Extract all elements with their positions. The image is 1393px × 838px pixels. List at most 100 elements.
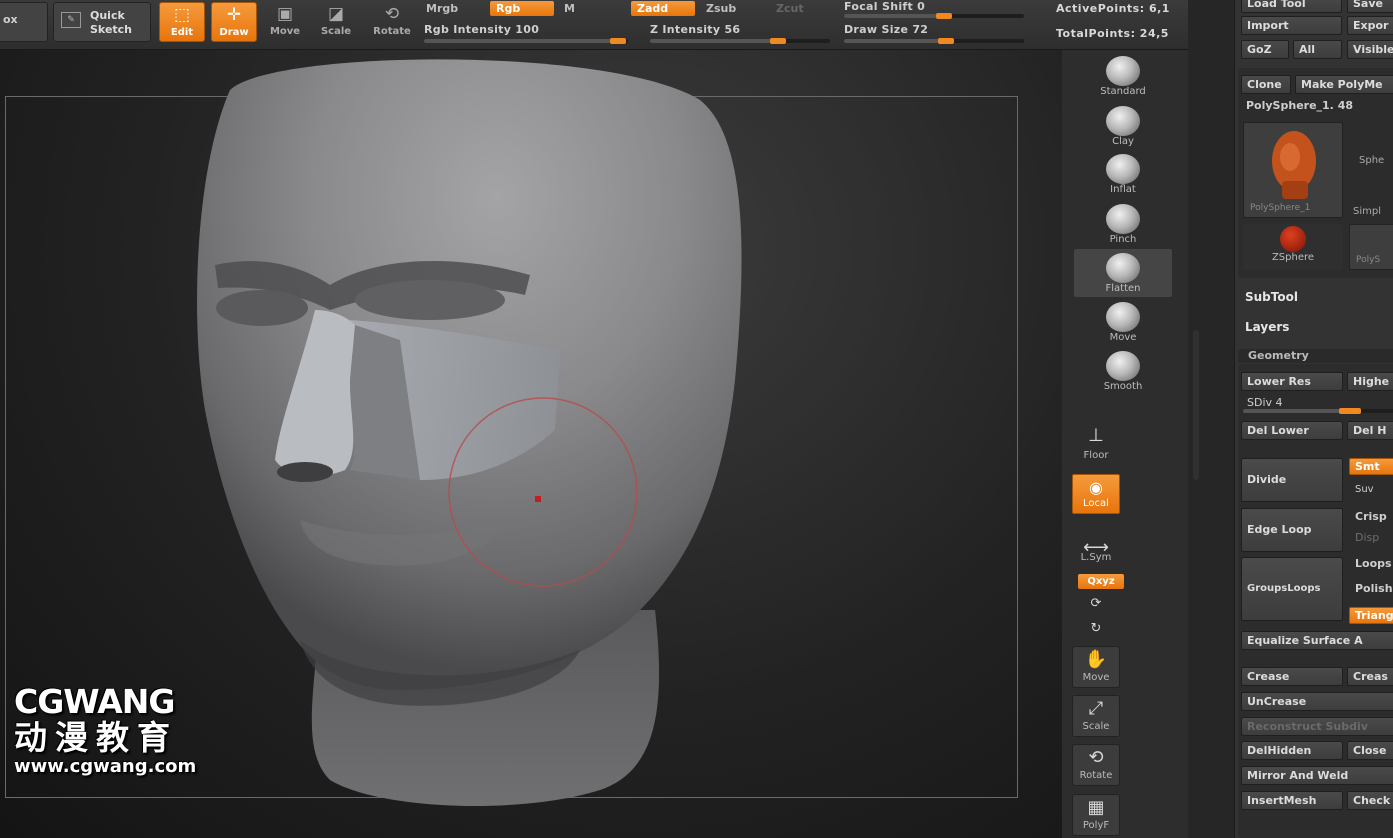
zsphere-tool[interactable]: ZSphere — [1243, 224, 1343, 270]
goz-all-button[interactable]: All — [1293, 40, 1342, 59]
equalize-surface-button[interactable]: Equalize Surface A — [1241, 631, 1393, 650]
simple-tool-label[interactable]: Simpl — [1353, 206, 1381, 217]
local-button[interactable]: ◉ Local — [1072, 474, 1120, 514]
brush-flatten-label: Flatten — [1105, 283, 1141, 294]
brush-inflat[interactable]: Inflat — [1074, 150, 1172, 198]
move-view-button[interactable]: ✋ Move — [1072, 646, 1120, 688]
crisp-toggle[interactable]: Crisp — [1351, 510, 1393, 525]
rgb-intensity-slider[interactable] — [424, 38, 628, 44]
polys-tool[interactable]: PolyS — [1349, 224, 1393, 270]
brush-clay[interactable]: Clay — [1074, 102, 1172, 150]
polish-slider[interactable]: Polish — [1351, 582, 1393, 597]
higher-res-button[interactable]: Highe — [1347, 372, 1393, 391]
m-toggle[interactable]: M — [558, 1, 588, 16]
reconstruct-subdiv-button[interactable]: Reconstruct Subdiv — [1241, 717, 1393, 736]
smt-toggle[interactable]: Smt — [1349, 458, 1393, 475]
edge-loop-button[interactable]: Edge Loop — [1241, 508, 1343, 552]
loops-slider[interactable]: Loops — [1351, 557, 1393, 572]
zadd-toggle[interactable]: Zadd — [631, 1, 695, 16]
brush-move[interactable]: Move — [1074, 298, 1172, 346]
grouploops-button[interactable]: GroupsLoops — [1241, 557, 1343, 621]
sdiv-slider[interactable] — [1243, 408, 1393, 414]
goz-button[interactable]: GoZ — [1241, 40, 1289, 59]
floor-icon: ⊥ — [1088, 425, 1104, 446]
quick-sketch-label-1: Quick — [90, 9, 125, 22]
del-higher-button[interactable]: Del H — [1347, 421, 1393, 440]
lsym-label: L.Sym — [1080, 552, 1112, 563]
brush-clay-icon — [1106, 106, 1140, 136]
brush-flatten[interactable]: Flatten — [1074, 249, 1172, 297]
close-holes-button[interactable]: Close — [1347, 741, 1393, 760]
del-hidden-button[interactable]: DelHidden — [1241, 741, 1343, 760]
make-polymesh-button[interactable]: Make PolyMe — [1295, 75, 1393, 94]
focal-shift-knob[interactable] — [936, 13, 952, 19]
brush-inflat-label: Inflat — [1110, 184, 1136, 195]
zcut-toggle[interactable]: Zcut — [770, 1, 820, 16]
insert-mesh-button[interactable]: InsertMesh — [1241, 791, 1343, 810]
rgb-toggle[interactable]: Rgb — [490, 1, 554, 16]
sphere-tool-label[interactable]: Sphe — [1359, 155, 1384, 166]
edge-button[interactable]: ox — [0, 2, 48, 42]
polyf-button[interactable]: ▦ PolyF — [1072, 794, 1120, 836]
zsub-toggle[interactable]: Zsub — [700, 1, 764, 16]
edit-icon: ⬚ — [173, 5, 191, 25]
draw-button[interactable]: ✛ Draw — [211, 2, 257, 42]
disp-toggle[interactable]: Disp — [1351, 531, 1393, 546]
focal-shift-label: Focal Shift 0 — [844, 0, 926, 13]
del-lower-button[interactable]: Del Lower — [1241, 421, 1343, 440]
rotate-view-button[interactable]: ⟲ Rotate — [1072, 744, 1120, 786]
z-intensity-label: Z Intensity 56 — [650, 23, 741, 36]
check-mesh-button[interactable]: Check — [1347, 791, 1393, 810]
crease-button[interactable]: Crease — [1241, 667, 1343, 686]
floor-button[interactable]: ⊥ Floor — [1072, 422, 1120, 461]
sketch-icon: ✎ — [61, 12, 81, 28]
load-tool-button[interactable]: Load Tool — [1241, 0, 1342, 13]
rotate-z-icon-button[interactable]: ↻ — [1072, 615, 1120, 643]
suv-toggle[interactable]: Suv — [1351, 484, 1393, 499]
lsym-button[interactable]: ⟷ L.Sym — [1072, 534, 1120, 563]
import-button[interactable]: Import — [1241, 16, 1342, 35]
triangles-toggle[interactable]: Triang — [1349, 607, 1393, 624]
crease-level-slider[interactable]: Creas — [1347, 667, 1393, 686]
rotate-y-icon-button[interactable]: ⟳ — [1072, 590, 1120, 618]
scale-view-button[interactable]: ⤢ Scale — [1072, 695, 1120, 737]
edit-button[interactable]: ⬚ Edit — [159, 2, 205, 42]
scroll-grip[interactable] — [1193, 330, 1199, 480]
mrgb-toggle[interactable]: Mrgb — [420, 1, 480, 16]
divide-button[interactable]: Divide — [1241, 458, 1343, 502]
z-intensity-knob[interactable] — [770, 38, 786, 44]
export-button[interactable]: Expor — [1347, 16, 1393, 35]
rotate-z-icon: ↻ — [1090, 621, 1102, 636]
z-intensity-slider[interactable] — [650, 38, 830, 44]
geometry-header[interactable]: Geometry — [1238, 349, 1393, 363]
move-button[interactable]: ▣ Move — [265, 2, 305, 42]
watermark-logo: CGWANG 动漫教育 www.cgwang.com — [14, 684, 229, 778]
uncrease-button[interactable]: UnCrease — [1241, 692, 1393, 711]
rotate-y-icon: ⟳ — [1090, 596, 1102, 611]
scale-button[interactable]: ◪ Scale — [316, 2, 356, 42]
visible-button[interactable]: Visible — [1347, 40, 1393, 59]
current-tool-thumbnail[interactable]: PolySphere_1 — [1243, 122, 1343, 218]
brush-smooth[interactable]: Smooth — [1074, 347, 1172, 395]
lower-res-button[interactable]: Lower Res — [1241, 372, 1343, 391]
xyz-button[interactable]: Qxyz — [1078, 574, 1124, 589]
draw-size-knob[interactable] — [938, 38, 954, 44]
rotate-button[interactable]: ⟲ Rotate — [369, 2, 415, 42]
polyf-label: PolyF — [1082, 820, 1110, 831]
draw-icon: ✛ — [226, 5, 242, 25]
clone-button[interactable]: Clone — [1241, 75, 1291, 94]
mirror-and-weld-button[interactable]: Mirror And Weld — [1241, 766, 1393, 785]
subtool-header[interactable]: SubTool — [1245, 290, 1298, 304]
draw-size-slider[interactable] — [844, 38, 1024, 44]
save-as-button[interactable]: Save — [1347, 0, 1393, 13]
brush-pinch-label: Pinch — [1109, 234, 1137, 245]
sdiv-knob[interactable] — [1339, 408, 1361, 414]
rgb-intensity-knob[interactable] — [610, 38, 626, 44]
brush-standard[interactable]: Standard — [1074, 52, 1172, 100]
quick-sketch-button[interactable]: ✎ Quick Sketch — [53, 2, 151, 42]
layers-header[interactable]: Layers — [1245, 320, 1289, 334]
right-shelf: Standard Clay Inflat Pinch Flatten Move … — [1062, 50, 1188, 838]
active-points-readout: ActivePoints: 6,1 — [1056, 2, 1170, 15]
focal-shift-slider[interactable] — [844, 13, 1024, 19]
brush-pinch[interactable]: Pinch — [1074, 200, 1172, 248]
